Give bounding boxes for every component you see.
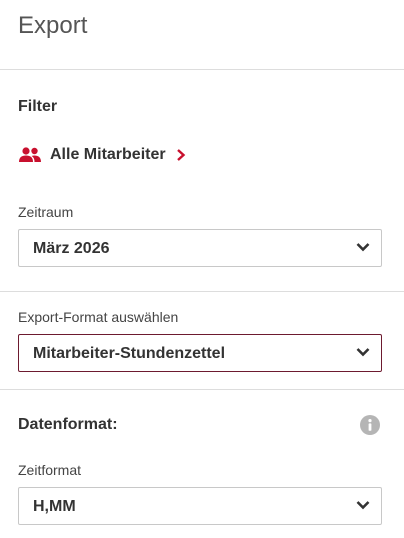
data-format-heading: Datenformat: — [18, 416, 118, 433]
panel-header: Export — [0, 0, 404, 70]
all-employees-label: Alle Mitarbeiter — [50, 146, 166, 163]
divider — [0, 389, 404, 390]
period-label: Zeitraum — [18, 204, 74, 220]
period-value: März 2026 — [33, 240, 110, 257]
export-format-select[interactable]: Mitarbeiter-Stundenzettel — [18, 334, 382, 372]
export-format-value: Mitarbeiter-Stundenzettel — [33, 345, 226, 362]
chevron-down-icon — [356, 501, 370, 510]
page-title: Export — [18, 12, 88, 39]
time-format-select[interactable]: H,MM — [18, 487, 382, 525]
all-employees-link[interactable]: Alle Mitarbeiter — [18, 144, 186, 166]
period-select[interactable]: März 2026 — [18, 229, 382, 267]
time-format-value: H,MM — [33, 498, 76, 515]
divider — [0, 291, 404, 292]
chevron-down-icon — [356, 243, 370, 252]
filter-heading: Filter — [18, 98, 58, 115]
time-format-label: Zeitformat — [18, 462, 82, 478]
info-icon[interactable] — [360, 415, 380, 435]
chevron-right-icon — [176, 149, 185, 161]
people-icon — [19, 147, 41, 162]
chevron-down-icon — [356, 348, 370, 357]
export-format-label: Export-Format auswählen — [18, 309, 179, 325]
